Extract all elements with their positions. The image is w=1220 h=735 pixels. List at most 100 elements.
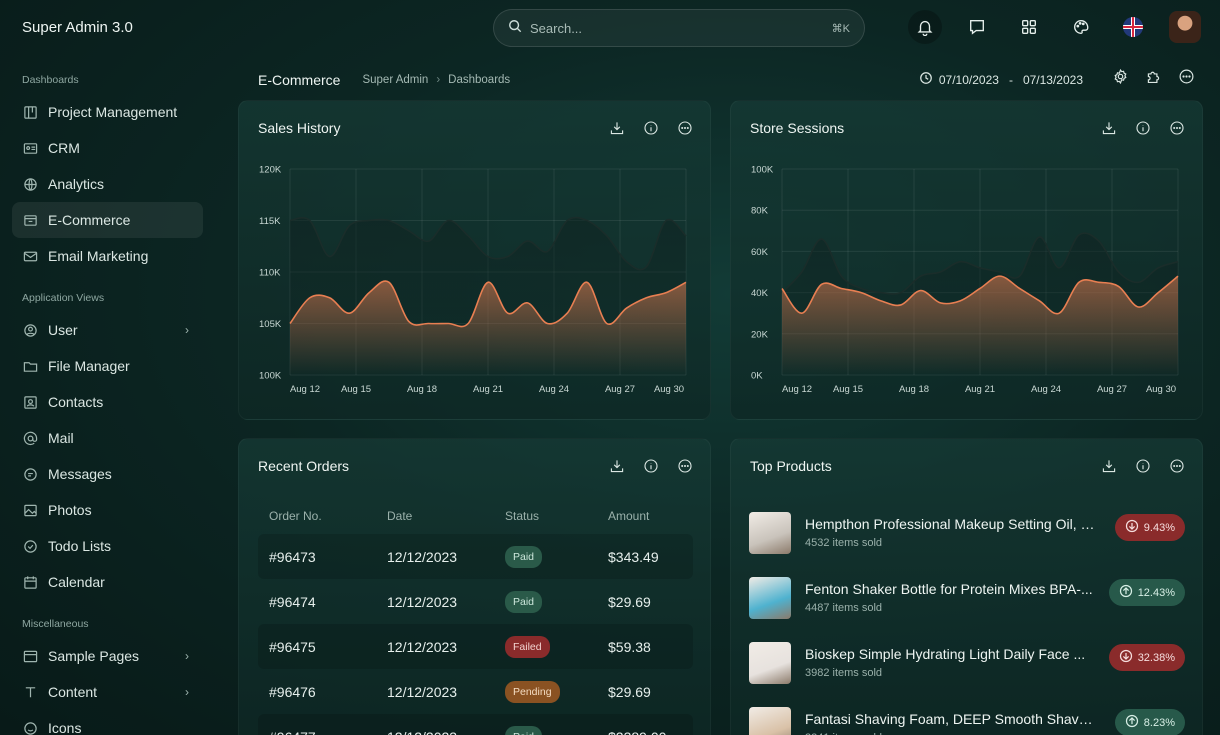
sidebar-item-sample-pages[interactable]: Sample Pages › xyxy=(12,638,203,674)
product-thumbnail xyxy=(749,641,791,684)
page-title: E-Commerce xyxy=(258,72,341,88)
table-row[interactable]: #96474 12/12/2023 Paid $29.69 xyxy=(258,579,693,624)
calendar-icon xyxy=(22,574,38,590)
date-range-picker[interactable]: 07/10/2023 - 07/13/2023 xyxy=(919,71,1083,88)
order-number: #96477 xyxy=(269,729,387,735)
more-icon[interactable] xyxy=(1168,457,1186,475)
sidebar-item-crm[interactable]: CRM xyxy=(12,130,203,166)
sidebar-item-user[interactable]: User › xyxy=(12,312,203,348)
product-item[interactable]: Fenton Shaker Bottle for Protein Mixes B… xyxy=(749,565,1185,630)
product-name: Fantasi Shaving Foam, DEEP Smooth Shave … xyxy=(805,711,1097,727)
orders-table-body: #96473 12/12/2023 Paid $343.49 #96474 12… xyxy=(258,534,693,735)
sidebar-item-label: Calendar xyxy=(48,574,105,590)
breadcrumb: Super Admin › Dashboards xyxy=(362,74,510,86)
sidebar-item-label: Messages xyxy=(48,466,112,482)
x-tick-label: Aug 27 xyxy=(1097,384,1127,395)
sidebar-item-label: E-Commerce xyxy=(48,212,131,228)
order-number: #96476 xyxy=(269,683,316,700)
board-icon xyxy=(22,104,38,120)
palette-icon[interactable] xyxy=(1064,10,1098,44)
at-icon xyxy=(22,430,38,446)
table-row[interactable]: #96476 12/12/2023 Pending $29.69 xyxy=(258,669,693,714)
chevron-right-icon: › xyxy=(185,685,189,699)
sidebar-item-file-manager[interactable]: File Manager xyxy=(12,348,203,384)
sidebar-item-mail[interactable]: Mail xyxy=(12,420,203,456)
x-tick-label: Aug 27 xyxy=(605,384,635,395)
order-date: 12/12/2023 xyxy=(387,638,458,655)
puzzle-icon[interactable] xyxy=(1145,68,1162,90)
bell-icon[interactable] xyxy=(908,10,942,44)
trend-badge: 12.43% xyxy=(1108,579,1185,606)
table-row[interactable]: #96475 12/12/2023 Failed $59.38 xyxy=(258,624,693,669)
settings-icon[interactable] xyxy=(1112,68,1129,90)
chat-icon[interactable] xyxy=(960,10,994,44)
search-input[interactable] xyxy=(530,20,832,36)
breadcrumb-item[interactable]: Super Admin xyxy=(362,74,428,86)
sidebar-item-label: Sample Pages xyxy=(48,648,140,664)
more-icon[interactable] xyxy=(676,457,694,475)
sidebar-item-label: Todo Lists xyxy=(48,538,112,554)
sidebar-item-todo-lists[interactable]: Todo Lists xyxy=(12,528,203,564)
order-number: #96473 xyxy=(269,548,316,565)
sidebar-item-label: Analytics xyxy=(48,176,105,192)
x-tick-label: Aug 15 xyxy=(833,384,863,395)
sidebar-item-analytics[interactable]: Analytics xyxy=(12,166,203,202)
sidebar-item-calendar[interactable]: Calendar xyxy=(12,564,203,600)
info-icon[interactable] xyxy=(1134,457,1152,475)
order-date: 12/12/2023 xyxy=(387,729,505,735)
info-icon[interactable] xyxy=(642,457,660,475)
sidebar-item-content[interactable]: Content › xyxy=(12,674,203,710)
product-item[interactable]: Bioskep Simple Hydrating Light Daily Fac… xyxy=(749,630,1185,695)
store-icon xyxy=(22,212,38,228)
breadcrumb-item[interactable]: Dashboards xyxy=(448,74,510,86)
status-badge: Paid xyxy=(505,545,543,568)
sidebar-item-label: Email Marketing xyxy=(48,248,149,264)
trend-value: 32.38% xyxy=(1137,651,1175,664)
top-bar: Super Admin 3.0 ⌘K xyxy=(0,0,1220,56)
table-row[interactable]: #96473 12/12/2023 Paid $343.49 xyxy=(258,534,693,579)
app-title: Super Admin 3.0 xyxy=(22,19,133,36)
column-header[interactable]: Status xyxy=(505,509,608,523)
sidebar-item-label: Icons xyxy=(48,720,82,735)
y-tick-label: 20K xyxy=(751,329,769,340)
sidebar-item-messages[interactable]: Messages xyxy=(12,456,203,492)
product-name: Hempthon Professional Makeup Setting Oil… xyxy=(805,516,1097,532)
sales-history-card: Sales History 100K 105K 110K 115K 120K Aug 12… xyxy=(238,100,711,420)
column-header[interactable]: Amount xyxy=(608,509,710,523)
card-title: Recent Orders xyxy=(258,458,350,474)
check-circle-icon xyxy=(22,538,38,554)
chevron-right-icon: › xyxy=(185,649,189,663)
sidebar-item-e-commerce[interactable]: E-Commerce xyxy=(12,202,203,238)
column-header[interactable]: Order No. xyxy=(269,509,387,523)
sidebar-item-icons[interactable]: Icons xyxy=(12,710,203,735)
sales-history-chart: 100K 105K 110K 115K 120K Aug 12 Aug 15 Aug 18 Au… xyxy=(259,165,687,395)
sidebar-item-photos[interactable]: Photos xyxy=(12,492,203,528)
trend-value: 8.23% xyxy=(1143,716,1175,729)
y-tick-label: 115K xyxy=(259,216,281,227)
sidebar-item-contacts[interactable]: Contacts xyxy=(12,384,203,420)
product-item[interactable]: Fantasi Shaving Foam, DEEP Smooth Shave … xyxy=(749,695,1185,735)
y-tick-label: 60K xyxy=(751,247,769,258)
page-header: E-Commerce Super Admin › Dashboards 07/1… xyxy=(258,68,1203,92)
sidebar-item-email-marketing[interactable]: Email Marketing xyxy=(12,238,203,274)
status-badge: Failed xyxy=(505,635,550,658)
card-title: Top Products xyxy=(750,458,832,474)
order-amount: $59.38 xyxy=(608,638,651,655)
download-icon[interactable] xyxy=(1100,457,1118,475)
x-tick-label: Aug 12 xyxy=(290,384,320,395)
sidebar-item-project-management[interactable]: Project Management xyxy=(12,94,203,130)
product-item[interactable]: Hempthon Professional Makeup Setting Oil… xyxy=(749,500,1185,565)
trend-value: 9.43% xyxy=(1143,521,1175,534)
uk-flag-icon[interactable] xyxy=(1116,10,1150,44)
more-icon[interactable] xyxy=(1178,68,1195,90)
apps-grid-icon[interactable] xyxy=(1012,10,1046,44)
folder-icon xyxy=(22,358,38,374)
download-icon[interactable] xyxy=(608,457,626,475)
user-avatar[interactable] xyxy=(1168,10,1202,44)
trend-badge: 9.43% xyxy=(1114,514,1185,541)
product-sold-count: 3982 items sold xyxy=(805,667,883,679)
column-header[interactable]: Date xyxy=(387,509,505,523)
table-row[interactable]: #96477 12/12/2023 Paid $2389.00 xyxy=(258,714,693,735)
y-tick-label: 40K xyxy=(751,288,769,299)
search-bar[interactable]: ⌘K xyxy=(493,9,865,47)
